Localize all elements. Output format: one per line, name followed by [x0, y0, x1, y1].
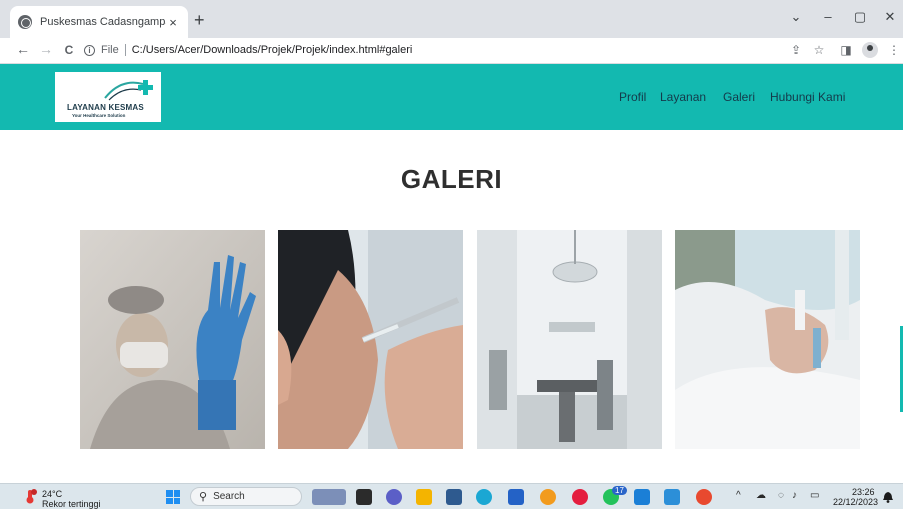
star-icon[interactable]: ☆	[811, 43, 827, 57]
weather-alert-icon	[26, 489, 37, 504]
browser-tab-strip: Puskesmas Cadasngampar × + ⌄ – ▢ ✕	[0, 0, 903, 38]
tab-close-button[interactable]: ×	[166, 15, 180, 30]
edge-icon[interactable]	[476, 489, 492, 505]
chat-icon[interactable]	[386, 489, 402, 505]
restore-button[interactable]: ▢	[850, 9, 870, 25]
whatsapp-badge: 17	[612, 486, 627, 495]
site-header: LAYANAN KESMAS Your Healthcare Solution …	[0, 64, 903, 130]
task-view-icon[interactable]	[312, 489, 346, 505]
logo-text: LAYANAN KESMAS	[67, 103, 144, 112]
profile-icon[interactable]	[862, 42, 878, 58]
section-title: GALERI	[400, 164, 503, 194]
gallery-image-doctor-glove	[80, 230, 265, 449]
logo-subtext: Your Healthcare Solution	[72, 113, 126, 118]
wifi-icon[interactable]: ◌	[778, 490, 784, 501]
nav-link-profil[interactable]: Profil	[619, 90, 646, 104]
address-bar[interactable]: i File C:/Users/Acer/Downloads/Projek/Pr…	[84, 39, 412, 61]
clock-date[interactable]: 22/12/2023	[833, 497, 878, 507]
browser-tab[interactable]: Puskesmas Cadasngampar ×	[10, 6, 188, 38]
chrome-active-icon[interactable]	[696, 489, 712, 505]
battery-icon[interactable]: ▭	[810, 490, 819, 501]
tab-search-button[interactable]: ⌄	[786, 9, 806, 25]
url-text[interactable]: C:/Users/Acer/Downloads/Projek/Projek/in…	[132, 44, 413, 56]
omnibox-divider	[124, 44, 126, 56]
new-tab-button[interactable]: +	[194, 11, 205, 29]
back-button[interactable]: ←	[15, 41, 31, 57]
logo-cross-icon	[104, 80, 153, 101]
close-window-button[interactable]: ✕	[880, 9, 900, 25]
windows-start-icon[interactable]	[166, 490, 180, 504]
clock-time[interactable]: 23:26	[852, 487, 875, 497]
gallery-image-operating-room	[477, 230, 662, 449]
vscode-icon[interactable]	[664, 489, 680, 505]
search-label: Search	[213, 491, 245, 502]
minimize-button[interactable]: –	[818, 9, 838, 24]
nav-link-hubungi-kami[interactable]: Hubungi Kami	[770, 90, 845, 104]
tab-title: Puskesmas Cadasngampar	[40, 16, 166, 28]
url-scheme-label: File	[101, 44, 119, 56]
taskbar-search[interactable]: ⚲ Search	[190, 487, 302, 506]
info-icon[interactable]: i	[84, 44, 95, 56]
notification-bell-icon[interactable]	[883, 492, 893, 503]
mail-icon[interactable]	[634, 489, 650, 505]
windows-taskbar: 24°C Rekor tertinggi ⚲ Search 17 ^ ☁ ◌ ♪…	[0, 483, 903, 509]
site-logo[interactable]: LAYANAN KESMAS Your Healthcare Solution	[55, 72, 161, 122]
sidepanel-icon[interactable]: ◨	[838, 43, 854, 57]
browser-toolbar: ← → C i File C:/Users/Acer/Downloads/Pro…	[0, 38, 903, 64]
reload-button[interactable]: C	[61, 43, 77, 57]
chrome-icon[interactable]	[540, 489, 556, 505]
cloud-icon[interactable]: ☁	[756, 490, 766, 501]
globe-icon	[18, 15, 32, 29]
store-icon[interactable]	[508, 489, 524, 505]
pinterest-icon[interactable]	[572, 489, 588, 505]
share-icon[interactable]: ⇪	[788, 43, 804, 57]
search-icon: ⚲	[199, 491, 208, 503]
weather-temperature: 24°C	[42, 489, 63, 499]
menu-icon[interactable]: ⋮	[886, 43, 902, 57]
weather-description: Rekor tertinggi	[42, 499, 101, 509]
gallery-image-patient-bed	[675, 230, 860, 449]
volume-icon[interactable]: ♪	[792, 490, 797, 501]
nav-link-layanan[interactable]: Layanan	[660, 90, 706, 104]
dev-app-icon[interactable]	[446, 489, 462, 505]
nav-link-galeri[interactable]: Galeri	[723, 90, 755, 104]
widgets-icon[interactable]	[356, 489, 372, 505]
file-explorer-icon[interactable]	[416, 489, 432, 505]
forward-button[interactable]: →	[38, 41, 54, 57]
gallery-image-injection	[278, 230, 463, 449]
chevron-up-icon[interactable]: ^	[736, 490, 741, 501]
